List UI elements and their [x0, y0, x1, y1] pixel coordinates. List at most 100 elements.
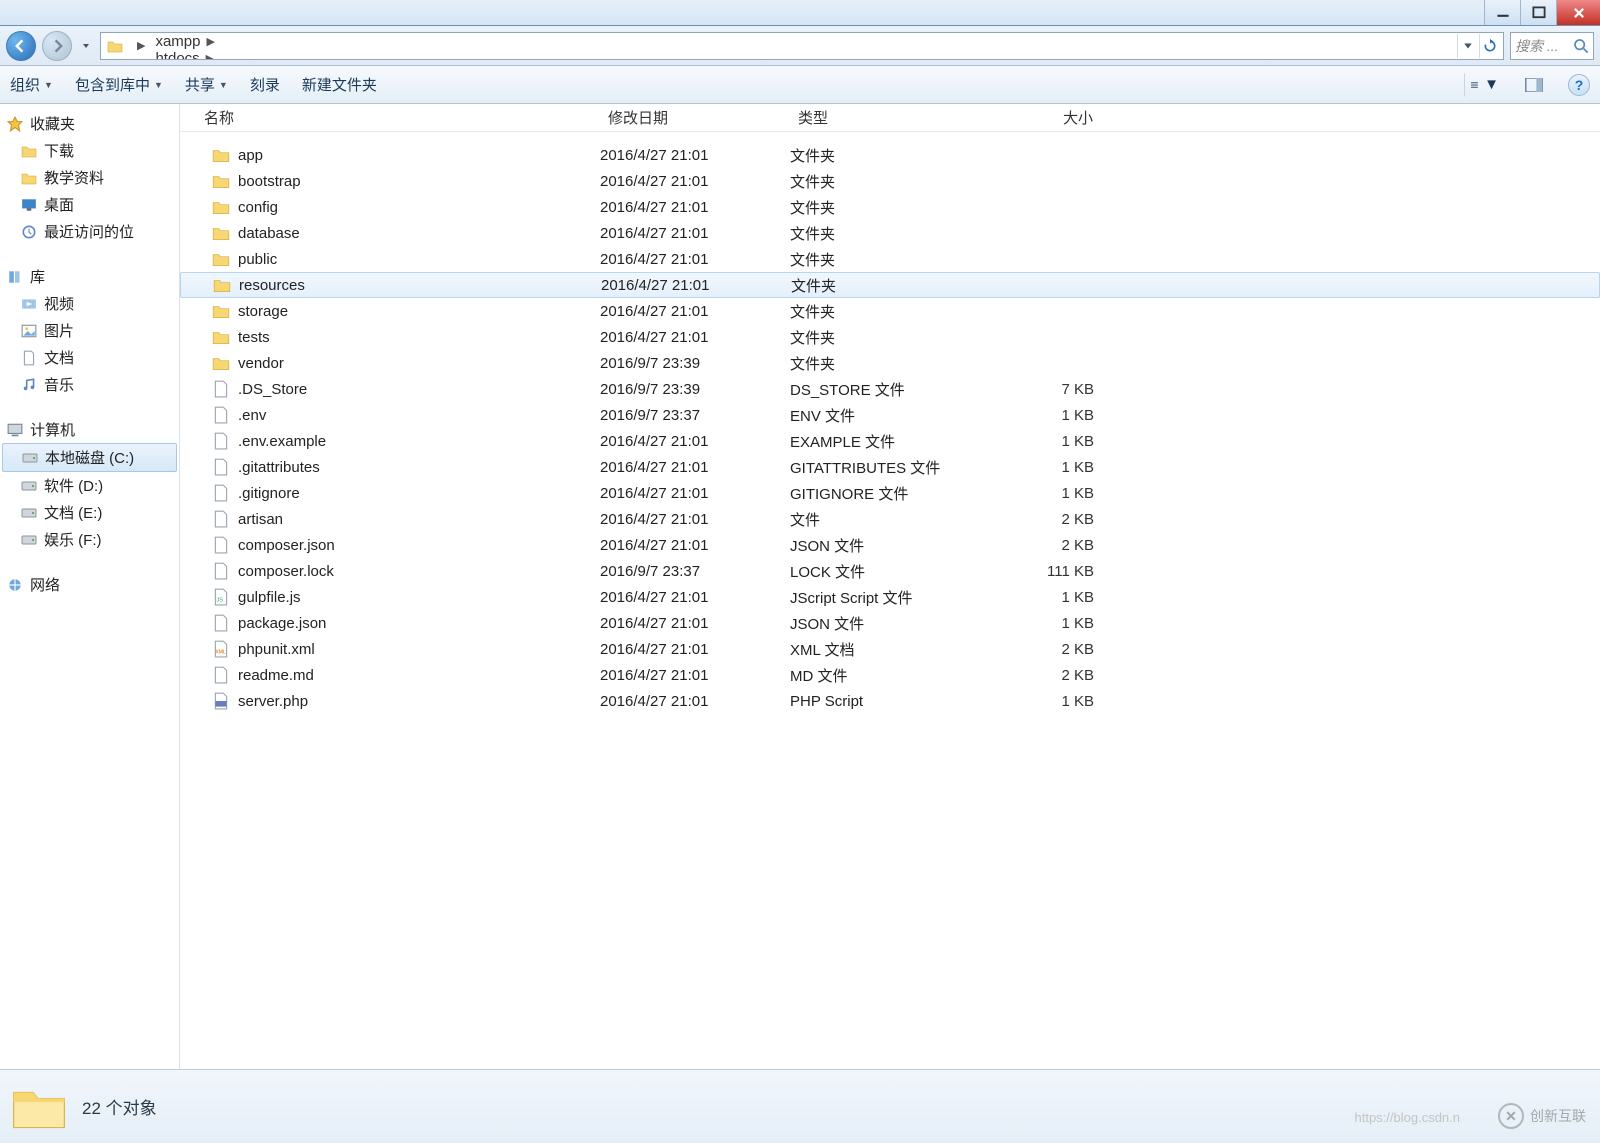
column-headers[interactable]: 名称 修改日期 类型 大小: [180, 104, 1600, 132]
preview-pane-button[interactable]: [1522, 73, 1546, 97]
file-row[interactable]: package.json2016/4/27 21:01JSON 文件1 KB: [180, 610, 1600, 636]
file-row[interactable]: storage2016/4/27 21:01文件夹: [180, 298, 1600, 324]
file-date: 2016/4/27 21:01: [601, 277, 791, 294]
file-row[interactable]: resources2016/4/27 21:01文件夹: [180, 272, 1600, 298]
file-name: .gitattributes: [238, 459, 320, 476]
file-row[interactable]: database2016/4/27 21:01文件夹: [180, 220, 1600, 246]
col-type[interactable]: 类型: [790, 107, 990, 128]
sidebar-drive-item[interactable]: 软件 (D:): [0, 472, 179, 499]
file-type: 文件: [790, 509, 990, 530]
file-icon: [212, 536, 230, 554]
col-name[interactable]: 名称: [180, 107, 600, 128]
file-row[interactable]: app2016/4/27 21:01文件夹: [180, 142, 1600, 168]
view-options-button[interactable]: ▼: [1464, 73, 1500, 97]
folder-icon: [212, 250, 230, 268]
folder-icon: [105, 36, 125, 56]
sidebar-drive-item[interactable]: 文档 (E:): [0, 499, 179, 526]
breadcrumb-dropdown[interactable]: [1457, 34, 1477, 58]
file-type: 文件夹: [790, 327, 990, 348]
sidebar-network[interactable]: 网络: [0, 571, 179, 598]
sidebar-lib-item[interactable]: 图片: [0, 317, 179, 344]
star-icon: [6, 115, 24, 133]
file-row[interactable]: bootstrap2016/4/27 21:01文件夹: [180, 168, 1600, 194]
file-type: 文件夹: [790, 171, 990, 192]
file-row[interactable]: readme.md2016/4/27 21:01MD 文件2 KB: [180, 662, 1600, 688]
sidebar-fav-item[interactable]: 桌面: [0, 191, 179, 218]
sidebar-fav-item[interactable]: 教学资料: [0, 164, 179, 191]
php-icon: [212, 692, 230, 710]
sidebar-favorites[interactable]: 收藏夹: [0, 110, 179, 137]
file-row[interactable]: composer.json2016/4/27 21:01JSON 文件2 KB: [180, 532, 1600, 558]
search-icon: [1573, 38, 1589, 54]
file-row[interactable]: JSgulpfile.js2016/4/27 21:01JScript Scri…: [180, 584, 1600, 610]
refresh-button[interactable]: [1479, 34, 1499, 58]
file-list[interactable]: 名称 修改日期 类型 大小 app2016/4/27 21:01文件夹boots…: [180, 104, 1600, 1069]
sidebar-fav-item[interactable]: 最近访问的位: [0, 218, 179, 245]
close-button[interactable]: [1556, 0, 1600, 25]
file-date: 2016/4/27 21:01: [600, 537, 790, 554]
file-row[interactable]: config2016/4/27 21:01文件夹: [180, 194, 1600, 220]
recent-icon: [20, 223, 38, 241]
file-row[interactable]: artisan2016/4/27 21:01文件2 KB: [180, 506, 1600, 532]
file-type: ENV 文件: [790, 405, 990, 426]
file-date: 2016/4/27 21:01: [600, 589, 790, 606]
sidebar-lib-item[interactable]: 视频: [0, 290, 179, 317]
new-folder-button[interactable]: 新建文件夹: [302, 74, 377, 95]
net-icon: [6, 576, 24, 594]
file-type: GITATTRIBUTES 文件: [790, 457, 990, 478]
breadcrumb-bar[interactable]: ▶ 计算机▶本地磁盘 (C:)▶xampp▶htdocs▶PHPprimary▶…: [100, 32, 1504, 60]
file-size: 2 KB: [990, 537, 1110, 554]
breadcrumb-item[interactable]: htdocs▶: [153, 50, 267, 60]
watermark-brand: ✕ 创新互联: [1498, 1103, 1586, 1129]
include-in-library-button[interactable]: 包含到库中▼: [75, 74, 163, 95]
file-type: PHP Script: [790, 693, 990, 710]
breadcrumb-root[interactable]: ▶: [129, 33, 153, 59]
file-row[interactable]: vendor2016/9/7 23:39文件夹: [180, 350, 1600, 376]
file-row[interactable]: .DS_Store2016/9/7 23:39DS_STORE 文件7 KB: [180, 376, 1600, 402]
sidebar-drive-item[interactable]: 娱乐 (F:): [0, 526, 179, 553]
file-name: public: [238, 251, 277, 268]
help-button[interactable]: ?: [1568, 74, 1590, 96]
sidebar-lib-item[interactable]: 文档: [0, 344, 179, 371]
minimize-button[interactable]: [1484, 0, 1520, 25]
sidebar-libraries[interactable]: 库: [0, 263, 179, 290]
file-row[interactable]: XMLphpunit.xml2016/4/27 21:01XML 文档2 KB: [180, 636, 1600, 662]
forward-button[interactable]: [42, 31, 72, 61]
file-size: 1 KB: [990, 407, 1110, 424]
search-input[interactable]: 搜索 ...: [1510, 32, 1594, 60]
burn-button[interactable]: 刻录: [250, 74, 280, 95]
svg-text:JS: JS: [217, 598, 224, 604]
file-row[interactable]: .env.example2016/4/27 21:01EXAMPLE 文件1 K…: [180, 428, 1600, 454]
file-date: 2016/4/27 21:01: [600, 485, 790, 502]
lib-icon: [6, 268, 24, 286]
file-row[interactable]: .gitattributes2016/4/27 21:01GITATTRIBUT…: [180, 454, 1600, 480]
share-button[interactable]: 共享▼: [185, 74, 228, 95]
col-size[interactable]: 大小: [990, 107, 1110, 128]
sidebar: 收藏夹下载教学资料桌面最近访问的位 库视频图片文档音乐 计算机本地磁盘 (C:)…: [0, 104, 180, 1069]
file-type: MD 文件: [790, 665, 990, 686]
file-row[interactable]: server.php2016/4/27 21:01PHP Script1 KB: [180, 688, 1600, 714]
file-name: composer.json: [238, 537, 335, 554]
sidebar-lib-item[interactable]: 音乐: [0, 371, 179, 398]
file-icon: [212, 406, 230, 424]
sidebar-fav-item[interactable]: 下载: [0, 137, 179, 164]
file-name: bootstrap: [238, 173, 301, 190]
file-size: 2 KB: [990, 511, 1110, 528]
breadcrumb-item[interactable]: xampp▶: [153, 33, 267, 50]
file-row[interactable]: .env2016/9/7 23:37ENV 文件1 KB: [180, 402, 1600, 428]
sidebar-computer[interactable]: 计算机: [0, 416, 179, 443]
maximize-button[interactable]: [1520, 0, 1556, 25]
organize-button[interactable]: 组织▼: [10, 74, 53, 95]
file-row[interactable]: composer.lock2016/9/7 23:37LOCK 文件111 KB: [180, 558, 1600, 584]
svg-text:XML: XML: [215, 650, 226, 656]
file-icon: [212, 510, 230, 528]
back-button[interactable]: [6, 31, 36, 61]
file-row[interactable]: .gitignore2016/4/27 21:01GITIGNORE 文件1 K…: [180, 480, 1600, 506]
nav-history-dropdown[interactable]: [78, 31, 94, 61]
file-name: package.json: [238, 615, 326, 632]
sidebar-drive-item[interactable]: 本地磁盘 (C:): [2, 443, 177, 472]
col-date[interactable]: 修改日期: [600, 107, 790, 128]
file-row[interactable]: public2016/4/27 21:01文件夹: [180, 246, 1600, 272]
file-row[interactable]: tests2016/4/27 21:01文件夹: [180, 324, 1600, 350]
file-type: 文件夹: [790, 301, 990, 322]
